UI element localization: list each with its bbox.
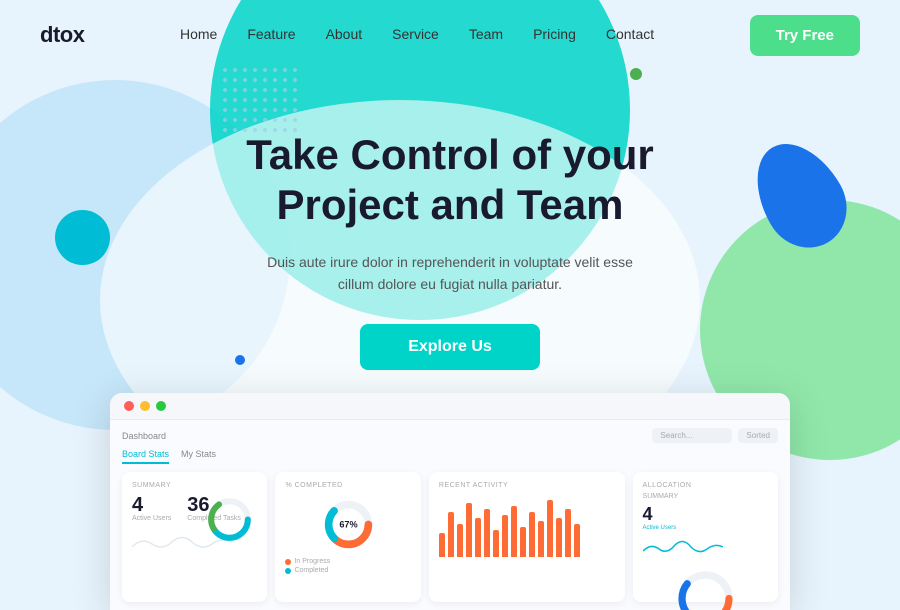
window-dot-yellow bbox=[140, 401, 150, 411]
hero-section: Take Control of your Project and Team Du… bbox=[0, 70, 900, 370]
nav-about[interactable]: About bbox=[326, 26, 363, 42]
nav-team[interactable]: Team bbox=[469, 26, 503, 42]
nav-contact[interactable]: Contact bbox=[606, 26, 654, 42]
allocation-wave bbox=[643, 537, 723, 557]
dash-title: Dashboard bbox=[122, 431, 166, 441]
bar-2 bbox=[448, 512, 454, 557]
window-titlebar bbox=[110, 393, 790, 420]
activity-card-label: Recent Activity bbox=[439, 482, 615, 489]
window-dot-green bbox=[156, 401, 166, 411]
summary-card: SUMMARY 4 Active Users 36 Completed Task… bbox=[122, 472, 267, 602]
active-users-number: 4 bbox=[132, 495, 171, 515]
hero-headline-line2: Project and Team bbox=[277, 181, 624, 228]
bar-4 bbox=[466, 503, 472, 557]
bar-12 bbox=[538, 521, 544, 557]
nav-service[interactable]: Service bbox=[392, 26, 439, 42]
allocation-label: ALLOCATION bbox=[643, 482, 768, 489]
bar-6 bbox=[484, 509, 490, 557]
explore-button[interactable]: Explore Us bbox=[360, 324, 540, 370]
dash-topbar: Dashboard Search... Sorted bbox=[122, 428, 778, 443]
bar-1 bbox=[439, 533, 445, 557]
summary-donut bbox=[202, 492, 257, 552]
dash-tab-my-stats[interactable]: My Stats bbox=[181, 449, 216, 464]
tasks-card-label: % Completed bbox=[285, 482, 410, 489]
nav-home[interactable]: Home bbox=[180, 26, 217, 42]
bar-7 bbox=[493, 530, 499, 557]
bar-14 bbox=[556, 518, 562, 557]
window-body: Dashboard Search... Sorted Board Stats M… bbox=[110, 420, 790, 610]
navbar: dtox Home Feature About Service Team Pri… bbox=[0, 0, 900, 70]
nav-pricing[interactable]: Pricing bbox=[533, 26, 576, 42]
hero-headline-line1: Take Control of your bbox=[246, 131, 654, 178]
bar-5 bbox=[475, 518, 481, 557]
bar-8 bbox=[502, 515, 508, 557]
allocation-sub-label: Active Users bbox=[643, 525, 768, 531]
bar-10 bbox=[520, 527, 526, 557]
logo: dtox bbox=[40, 22, 84, 48]
hero-subtext: Duis aute irure dolor in reprehenderit i… bbox=[260, 251, 640, 296]
dash-sort: Sorted bbox=[738, 428, 778, 443]
bar-3 bbox=[457, 524, 463, 557]
try-free-button[interactable]: Try Free bbox=[750, 15, 860, 56]
tasks-card: % Completed 67% In Progress bbox=[275, 472, 420, 602]
dash-search: Search... bbox=[652, 428, 732, 443]
dash-content: SUMMARY 4 Active Users 36 Completed Task… bbox=[122, 472, 778, 602]
active-users-label: Active Users bbox=[132, 515, 171, 522]
active-users-stat: 4 Active Users bbox=[132, 495, 171, 522]
bar-16 bbox=[574, 524, 580, 557]
activity-card: Recent Activity bbox=[429, 472, 625, 602]
bar-13 bbox=[547, 500, 553, 557]
dashboard-mockup: Dashboard Search... Sorted Board Stats M… bbox=[110, 393, 790, 610]
window-dot-red bbox=[124, 401, 134, 411]
summary-card-label: SUMMARY bbox=[132, 482, 257, 489]
dash-tab-board-stats[interactable]: Board Stats bbox=[122, 449, 169, 464]
nav-links: Home Feature About Service Team Pricing … bbox=[180, 26, 654, 44]
dash-tabs: Board Stats My Stats bbox=[122, 449, 778, 464]
allocation-donut bbox=[673, 566, 738, 610]
svg-text:67%: 67% bbox=[339, 520, 357, 530]
allocation-number: 4 bbox=[643, 504, 768, 525]
allocation-summary-label: SUMMARY bbox=[643, 493, 768, 500]
bar-11 bbox=[529, 512, 535, 557]
activity-bar-chart bbox=[439, 497, 615, 557]
hero-headline: Take Control of your Project and Team bbox=[0, 130, 900, 231]
dashboard-window: Dashboard Search... Sorted Board Stats M… bbox=[110, 393, 790, 610]
nav-feature[interactable]: Feature bbox=[247, 26, 295, 42]
bar-9 bbox=[511, 506, 517, 557]
bar-15 bbox=[565, 509, 571, 557]
allocation-card: ALLOCATION SUMMARY 4 Active Users bbox=[633, 472, 778, 602]
tasks-donut: 67% bbox=[321, 497, 376, 552]
